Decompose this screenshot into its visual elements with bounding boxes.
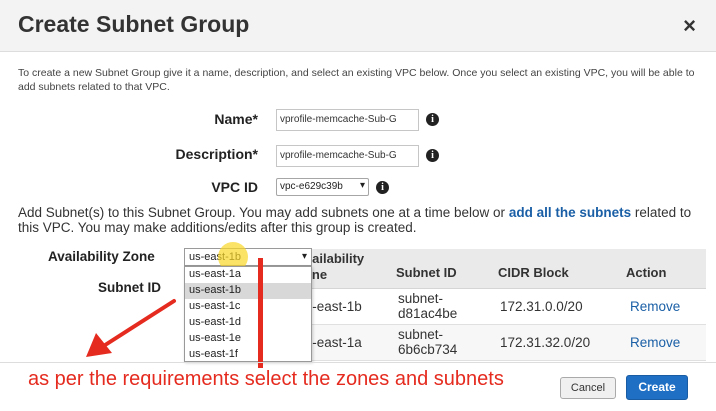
table-row: us-east-1a subnet- 6b6cb734 172.31.32.0/…	[296, 325, 706, 361]
remove-link[interactable]: Remove	[630, 335, 680, 350]
add-all-subnets-link[interactable]: add all the subnets	[509, 205, 631, 220]
table-row: us-east-1b subnet- d81ac4be 172.31.0.0/2…	[296, 289, 706, 325]
subnet-id-label: Subnet ID	[98, 280, 161, 295]
row-subnet-id-line1: subnet-	[398, 327, 444, 342]
row-subnet-id: subnet- d81ac4be	[398, 291, 457, 321]
dropdown-option[interactable]: us-east-1e	[185, 331, 311, 347]
dropdown-option[interactable]: us-east-1d	[185, 315, 311, 331]
vpc-id-value: vpc-e629c39b	[280, 181, 343, 192]
description-input[interactable]: vprofile-memcache-Sub-G	[276, 145, 419, 167]
add-subnets-text: Add Subnet(s) to this Subnet Group. You …	[18, 205, 708, 235]
intro-text: To create a new Subnet Group give it a n…	[18, 67, 695, 93]
description-info-icon[interactable]: i	[426, 149, 439, 162]
name-info-icon[interactable]: i	[426, 113, 439, 126]
name-label: Name*	[214, 111, 258, 127]
row-subnet-id-line1: subnet-	[398, 291, 444, 306]
row-subnet-id-line2: d81ac4be	[398, 306, 458, 321]
close-icon[interactable]: ×	[683, 13, 696, 39]
dropdown-option-selected[interactable]: us-east-1b	[185, 283, 311, 299]
subnets-table: Availability Zone Subnet ID CIDR Block A…	[296, 249, 706, 361]
row-cidr: 172.31.0.0/20	[500, 299, 583, 314]
vpc-id-label: VPC ID	[211, 179, 258, 195]
vpc-info-icon[interactable]: i	[376, 181, 389, 194]
remove-link[interactable]: Remove	[630, 299, 680, 314]
availability-zone-dropdown: us-east-1a us-east-1b us-east-1c us-east…	[184, 266, 312, 362]
name-input[interactable]: vprofile-memcache-Sub-G	[276, 109, 419, 131]
annotation-red-line	[258, 258, 263, 368]
dropdown-option[interactable]: us-east-1f	[185, 347, 311, 363]
availability-zone-label: Availability Zone	[48, 249, 155, 264]
row-cidr: 172.31.32.0/20	[500, 335, 591, 350]
dropdown-option[interactable]: us-east-1c	[185, 299, 311, 315]
annotation-text: as per the requirements select the zones…	[28, 368, 504, 390]
dialog-title: Create Subnet Group	[18, 11, 250, 37]
vpc-id-select[interactable]: vpc-e629c39b ▾	[276, 178, 369, 196]
cancel-button[interactable]: Cancel	[560, 377, 616, 399]
description-label: Description*	[175, 146, 258, 162]
add-subnets-text-before: Add Subnet(s) to this Subnet Group. You …	[18, 205, 509, 220]
dropdown-option[interactable]: us-east-1a	[185, 267, 311, 283]
create-button[interactable]: Create	[626, 375, 688, 400]
availability-zone-select[interactable]: us-east-1b ▾	[184, 248, 312, 266]
annotation-arrow-icon	[86, 299, 176, 357]
dialog-header: Create Subnet Group ×	[0, 0, 716, 52]
row-subnet-id-line2: 6b6cb734	[398, 342, 458, 357]
create-subnet-group-dialog: Create Subnet Group × To create a new Su…	[0, 0, 716, 411]
row-subnet-id: subnet- 6b6cb734	[398, 327, 457, 357]
chevron-down-icon: ▾	[359, 180, 365, 191]
chevron-down-icon: ▾	[301, 251, 307, 262]
